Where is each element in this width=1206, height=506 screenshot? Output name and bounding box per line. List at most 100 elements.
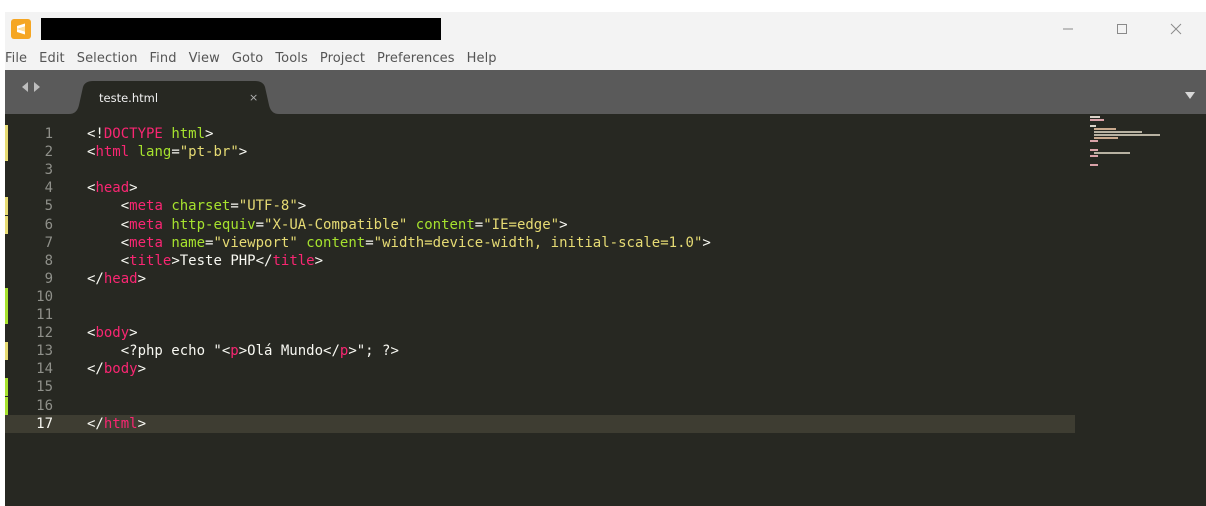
code-token: p xyxy=(230,343,239,360)
menu-bar: File Edit Selection Find View Goto Tools… xyxy=(5,46,1206,70)
code-token: "IE=edge" xyxy=(483,216,560,233)
code-line[interactable]: 14 </body> xyxy=(5,360,1075,378)
title-bar xyxy=(5,12,1206,46)
minimize-button[interactable] xyxy=(1045,12,1091,46)
menu-view[interactable]: View xyxy=(183,51,226,66)
code-token: html xyxy=(103,415,138,432)
code-token: body xyxy=(95,325,130,342)
gutter-modified-marker xyxy=(5,306,8,325)
maximize-icon xyxy=(1117,24,1127,34)
code-token: >"; ?> xyxy=(348,343,399,360)
code-text: <!DOCTYPE html> xyxy=(87,125,213,143)
code-token: content xyxy=(306,234,366,251)
code-token: > xyxy=(297,198,307,215)
minimize-icon xyxy=(1063,28,1073,30)
gutter-modified-marker xyxy=(5,378,8,397)
code-token: > xyxy=(205,126,214,142)
code-token: "UTF-8" xyxy=(238,198,298,215)
code-line[interactable]: 9 </head> xyxy=(5,270,1075,288)
code-token: http-equiv xyxy=(171,216,256,233)
menu-tools[interactable]: Tools xyxy=(269,51,314,66)
code-token: > xyxy=(702,234,711,251)
code-text: <meta http-equiv="X-UA-Compatible" conte… xyxy=(87,216,568,234)
code-text: <html lang="pt-br"> xyxy=(87,143,247,161)
menu-selection[interactable]: Selection xyxy=(71,51,144,66)
close-window-button[interactable] xyxy=(1153,12,1199,46)
code-token: <! xyxy=(87,126,104,142)
tab-prev-icon[interactable] xyxy=(21,82,29,92)
code-line[interactable]: 12 <body> xyxy=(5,324,1075,342)
menu-edit[interactable]: Edit xyxy=(33,51,71,66)
code-token: </ xyxy=(87,361,104,378)
code-line[interactable]: 7 <meta name="viewport" content="width=d… xyxy=(5,234,1075,252)
code-line[interactable]: 2 <html lang="pt-br"> xyxy=(5,143,1075,161)
code-token: < xyxy=(87,198,130,215)
code-token: > xyxy=(559,216,568,233)
line-number: 2 xyxy=(44,144,53,161)
code-line[interactable]: 3 xyxy=(5,161,1075,179)
code-token: > xyxy=(129,325,138,342)
code-token: > xyxy=(137,361,147,378)
menu-help[interactable]: Help xyxy=(461,51,503,66)
tab-close-icon[interactable]: × xyxy=(249,91,258,104)
line-number: 4 xyxy=(44,180,53,197)
line-number: 15 xyxy=(36,379,53,396)
code-token: html xyxy=(171,126,206,142)
code-editor[interactable]: 1 <!DOCTYPE html> 2 <html lang="pt-br"> 3 4 <h… xyxy=(5,114,1206,506)
code-token: "X-UA-Compatible" xyxy=(264,216,408,233)
code-line[interactable]: 8 <title>Teste PHP</title> xyxy=(5,252,1075,270)
code-token: </ xyxy=(87,415,104,432)
tab-navigation xyxy=(21,82,41,92)
tab-next-icon[interactable] xyxy=(33,82,41,92)
code-text: </body> xyxy=(87,360,146,378)
tab-list-dropdown[interactable] xyxy=(1185,87,1195,105)
code-line[interactable]: 15 xyxy=(5,378,1075,396)
code-token: > xyxy=(238,144,248,161)
menu-find[interactable]: Find xyxy=(144,51,183,66)
line-number: 13 xyxy=(36,343,53,360)
code-line[interactable]: 11 xyxy=(5,306,1075,324)
code-line[interactable]: 16 xyxy=(5,397,1075,415)
code-token: title xyxy=(129,252,172,269)
chevron-down-icon xyxy=(1185,92,1195,99)
code-token: = xyxy=(230,198,239,215)
code-token: "viewport" xyxy=(213,234,298,251)
code-line[interactable]: 13 <?php echo "<p>Olá Mundo</p>"; ?> xyxy=(5,342,1075,360)
menu-project[interactable]: Project xyxy=(314,51,371,66)
menu-preferences[interactable]: Preferences xyxy=(371,51,461,66)
code-token: "width=device-width, initial-scale=1.0" xyxy=(373,234,703,251)
code-token: content xyxy=(415,216,475,233)
minimap[interactable] xyxy=(1080,114,1190,194)
code-token: = xyxy=(171,144,180,161)
code-line[interactable]: 1 <!DOCTYPE html> xyxy=(5,125,1075,143)
line-number: 5 xyxy=(44,198,53,215)
line-number: 12 xyxy=(36,325,53,342)
maximize-button[interactable] xyxy=(1099,12,1145,46)
gutter-modified-marker xyxy=(5,215,8,234)
code-token: meta xyxy=(129,234,163,251)
code-token: = xyxy=(474,216,484,233)
line-number: 14 xyxy=(36,361,53,378)
code-line[interactable]: 6 <meta http-equiv="X-UA-Compatible" con… xyxy=(5,216,1075,234)
line-number: 11 xyxy=(36,307,53,323)
line-number: 8 xyxy=(44,252,53,269)
code-token: >Olá Mundo</ xyxy=(238,343,340,360)
menu-file[interactable]: File xyxy=(5,51,33,66)
code-token: = xyxy=(255,216,265,233)
gutter-modified-marker xyxy=(5,197,8,216)
tab-teste-html[interactable]: teste.html × xyxy=(69,81,279,114)
code-text: </head> xyxy=(87,270,146,288)
code-line[interactable]: 10 xyxy=(5,288,1075,306)
code-line[interactable]: 5 <meta charset="UTF-8"> xyxy=(5,197,1075,215)
line-number: 1 xyxy=(44,126,53,142)
code-line[interactable]: 17 </html> xyxy=(5,414,1075,433)
line-number: 16 xyxy=(36,397,53,414)
line-number: 7 xyxy=(44,234,53,251)
code-line[interactable]: 4 <head> xyxy=(5,179,1075,197)
code-token: "pt-br" xyxy=(179,144,239,161)
menu-goto[interactable]: Goto xyxy=(226,51,269,66)
code-token: name xyxy=(171,234,206,251)
